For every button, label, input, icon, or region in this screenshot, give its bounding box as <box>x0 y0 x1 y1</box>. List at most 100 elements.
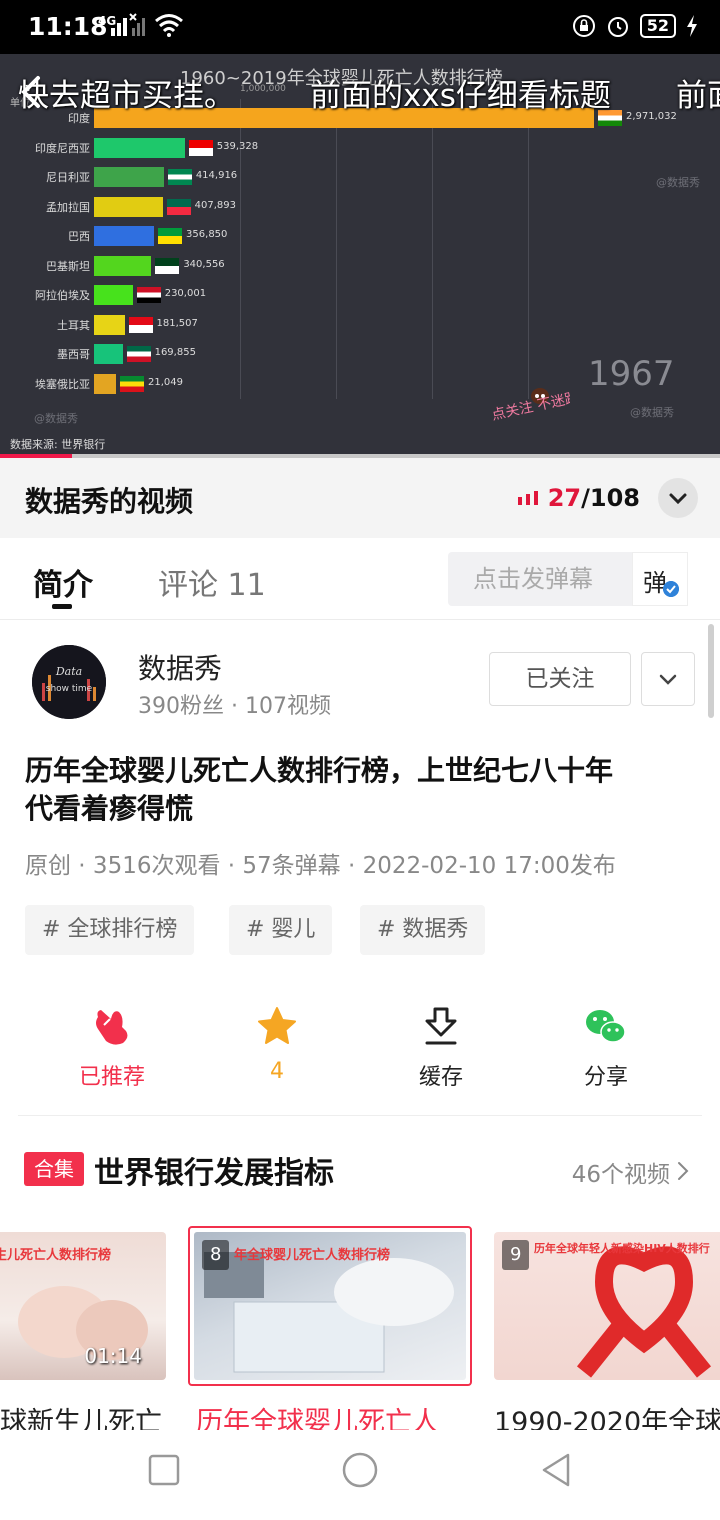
chart-category-label: 埃塞俄比亚 <box>35 377 90 391</box>
divider <box>18 1115 702 1116</box>
playing-indicator-icon <box>517 491 538 505</box>
follow-button[interactable]: 已关注 <box>489 652 631 706</box>
country-flag-icon <box>167 169 192 185</box>
playlist-title: 数据秀的视频 <box>25 485 194 518</box>
alarm-icon <box>607 17 628 37</box>
collection-title: 世界银行发展指标 <box>94 1156 334 1191</box>
app-page: 11:18 4G 52 印度 2,971,032 印度尼西亚 539,328 尼… <box>0 0 720 1520</box>
danmaku-comment: 快去超市买挂。 <box>18 78 235 114</box>
recommend-hand-icon <box>96 1010 128 1045</box>
chart-bar <box>94 285 133 305</box>
share-button[interactable]: 分享 <box>546 1005 666 1091</box>
star-icon <box>258 1007 296 1044</box>
chart-bar <box>94 226 155 246</box>
chart-bar <box>94 373 116 394</box>
check-badge-icon <box>663 581 679 597</box>
episode-number: 8 <box>202 1240 230 1270</box>
collection-video-card[interactable]: 9 历年全球年轻人新感染HIV人数排行 02 <box>494 1232 720 1380</box>
country-flag-icon <box>136 287 161 303</box>
chart-row: 阿拉伯埃及 230,001 <box>0 284 720 306</box>
chart-category-label: 孟加拉国 <box>46 200 90 214</box>
collection-count[interactable]: 46个视频 <box>572 1155 670 1189</box>
playlist-position: 27 /108 <box>517 484 640 512</box>
recommend-label: 已推荐 <box>78 1065 145 1090</box>
tab-intro[interactable]: 简介 <box>33 560 93 604</box>
chart-row: 巴西 356,850 <box>0 225 720 247</box>
chart-category-label: 阿拉伯埃及 <box>35 289 90 302</box>
home-icon[interactable] <box>340 1450 380 1490</box>
chart-value-label: 169,855 <box>154 347 196 358</box>
chart-category-label: 印度尼西亚 <box>35 141 90 155</box>
thumbnail-overlay-text: 历年全球年轻人新感染HIV人数排行 <box>534 1242 710 1255</box>
chevron-down-icon <box>659 674 677 685</box>
scrollbar[interactable] <box>708 624 714 718</box>
uploader-avatar[interactable]: Data show time <box>32 645 106 719</box>
chart-category-label: 土耳其 <box>57 318 90 332</box>
chart-value-label: 230,001 <box>164 288 207 299</box>
watermark: @数据秀 <box>34 412 78 425</box>
country-flag-icon <box>158 228 183 244</box>
chart-bar <box>94 167 164 187</box>
collection-video-card-current[interactable]: 8 年全球婴儿死亡人数排行榜 <box>188 1226 472 1386</box>
chart-row: 土耳其 181,507 <box>0 314 720 336</box>
recommend-button[interactable]: 已推荐 <box>52 1005 172 1091</box>
wifi-icon <box>155 14 183 37</box>
signal-icon <box>111 13 145 36</box>
chart-category-label: 墨西哥 <box>57 348 90 361</box>
expand-playlist-button[interactable] <box>658 478 698 518</box>
danmaku-comment: 前面的xxs仔细看标题 <box>310 78 611 114</box>
recent-apps-icon[interactable] <box>144 1450 184 1490</box>
tab-indicator <box>52 604 72 609</box>
favorite-button[interactable]: 4 <box>217 1005 337 1084</box>
status-bar: 11:18 4G 52 <box>0 0 720 54</box>
chart-row: 尼日利亚 414,916 <box>0 166 720 188</box>
collection-video-card[interactable]: 生儿死亡人数排行榜 01:14 <box>0 1232 166 1380</box>
thumbnail-overlay-text: 年全球婴儿死亡人数排行榜 <box>234 1248 391 1263</box>
playlist-total: /108 <box>581 484 640 512</box>
tag-chip[interactable]: # 婴儿 <box>229 905 333 955</box>
watermark: @数据秀 <box>656 176 700 189</box>
charging-icon <box>687 15 697 37</box>
follow-more-button[interactable] <box>641 652 695 706</box>
chart-value-label: 539,328 <box>216 140 259 152</box>
chart-bar <box>94 137 185 158</box>
country-flag-icon <box>128 316 153 333</box>
tab-comments[interactable]: 评论 11 <box>158 560 266 604</box>
uploader-stats: 390粉丝 · 107视频 <box>138 694 331 719</box>
chart-row: 孟加拉国 407,893 <box>0 196 720 218</box>
chart-value-label: 340,556 <box>183 258 225 270</box>
danmaku-toggle-button[interactable]: 弹 <box>632 552 688 606</box>
playlist-current-index: 27 <box>547 484 582 512</box>
system-nav-bar <box>0 1430 720 1520</box>
back-icon[interactable] <box>536 1450 576 1490</box>
video-player[interactable]: 印度 2,971,032 印度尼西亚 539,328 尼日利亚 414,916 孟加拉国 40… <box>0 54 720 456</box>
chart-value-label: 414,916 <box>195 170 238 181</box>
data-source: 数据来源: 世界银行 <box>10 438 106 451</box>
chart-bar <box>94 196 163 217</box>
country-flag-icon <box>126 346 151 362</box>
danmaku-input[interactable]: 点击发弹幕 <box>448 552 632 606</box>
status-time: 11:18 <box>28 12 108 41</box>
chart-value-label: 2,971,032 <box>626 111 677 122</box>
tag-chip[interactable]: # 数据秀 <box>360 905 486 955</box>
chart-bar <box>94 255 152 276</box>
share-label: 分享 <box>583 1065 628 1090</box>
chart-value-label: 181,507 <box>156 317 198 329</box>
axis-tick-label: 1,000,000 <box>240 84 286 94</box>
uploader-name[interactable]: 数据秀 <box>138 647 222 687</box>
episode-number: 9 <box>502 1240 530 1270</box>
download-icon <box>425 1007 457 1045</box>
watermark: @数据秀 <box>630 406 674 419</box>
video-meta: 原创 · 3516次观看 · 57条弹幕 · 2022-02-10 17:00发… <box>25 853 616 879</box>
playlist-header[interactable]: 数据秀的视频 27 /108 <box>0 458 720 538</box>
chart-row: 巴基斯坦 340,556 <box>0 255 720 277</box>
collection-badge: 合集 <box>24 1152 84 1186</box>
cache-button[interactable]: 缓存 <box>381 1005 501 1091</box>
thumbnail-overlay-text: 生儿死亡人数排行榜 <box>0 1248 112 1263</box>
back-arrow-icon[interactable] <box>16 74 46 110</box>
country-flag-icon <box>155 257 180 274</box>
chart-bar <box>94 344 123 364</box>
svg-text:show time: show time <box>46 684 93 694</box>
chart-category-label: 尼日利亚 <box>46 171 90 184</box>
tag-chip[interactable]: # 全球排行榜 <box>25 905 195 955</box>
